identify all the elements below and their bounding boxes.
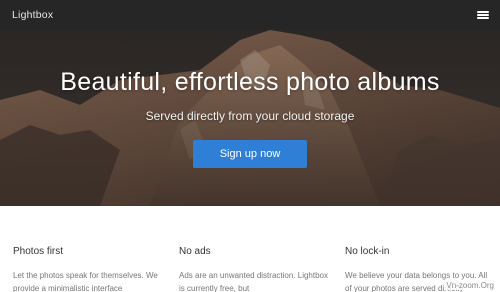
hero-subtitle: Served directly from your cloud storage xyxy=(145,109,355,123)
menu-bar-line xyxy=(477,11,489,13)
menu-bar-line xyxy=(477,17,489,19)
hero-title: Beautiful, effortless photo albums xyxy=(60,68,440,96)
hamburger-menu-icon[interactable] xyxy=(476,9,490,21)
feature-text: Ads are an unwanted distraction. Lightbo… xyxy=(179,271,328,292)
feature-title: No ads xyxy=(179,246,211,257)
feature-text: Let the photos speak for themselves. We … xyxy=(13,271,158,292)
features-section: Photos first Let the photos speak for th… xyxy=(0,206,500,292)
hero-content: Beautiful, effortless photo albums Serve… xyxy=(0,30,500,206)
sign-up-button[interactable]: Sign up now xyxy=(193,140,307,168)
feature-title: Photos first xyxy=(13,246,64,257)
watermark-text: Vn-zoom.Org xyxy=(444,281,496,290)
brand-logo-link[interactable]: Lightbox xyxy=(12,9,53,21)
top-navbar: Lightbox xyxy=(0,0,500,30)
hero-section: Beautiful, effortless photo albums Serve… xyxy=(0,30,500,206)
menu-bar-line xyxy=(477,14,489,16)
feature-title: No lock-in xyxy=(345,246,390,257)
